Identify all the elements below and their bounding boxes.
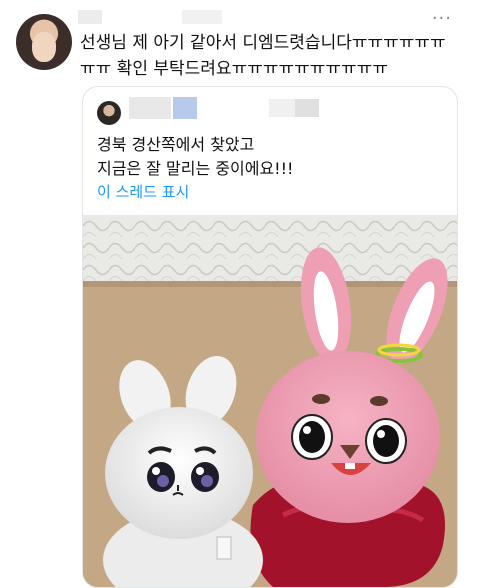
quoted-tweet-photo[interactable] — [83, 215, 457, 587]
quoted-author-handle-redacted — [269, 99, 295, 117]
quoted-tweet-text: 경북 경산쪽에서 찾았고 지금은 잘 말리는 중이에요!!! — [97, 133, 437, 181]
tweet-text: 선생님 제 아기 같아서 디엠드렷습니다ㅠㅠㅠㅠㅠㅠㅠㅠ 확인 부탁드려요ㅠㅠㅠ… — [80, 33, 446, 79]
quoted-text-line: 지금은 잘 말리는 중이에요!!! — [97, 159, 294, 178]
quoted-author-name-redacted — [129, 97, 171, 119]
author-avatar[interactable] — [16, 14, 72, 70]
show-thread-link[interactable]: 이 스레드 표시 — [97, 181, 189, 202]
author-name-redacted — [78, 10, 102, 24]
more-horizontal-icon[interactable]: ··· — [432, 8, 452, 29]
quoted-author-name-redacted — [173, 97, 197, 119]
quoted-author-handle-redacted — [295, 99, 319, 117]
quoted-tweet-card[interactable]: 경북 경산쪽에서 찾았고 지금은 잘 말리는 중이에요!!! 이 스레드 표시 — [82, 86, 458, 588]
quoted-author-avatar — [97, 101, 121, 125]
plush-toys-photo — [83, 215, 457, 587]
quoted-text-line: 경북 경산쪽에서 찾았고 — [97, 135, 255, 154]
author-handle-redacted — [182, 10, 222, 24]
